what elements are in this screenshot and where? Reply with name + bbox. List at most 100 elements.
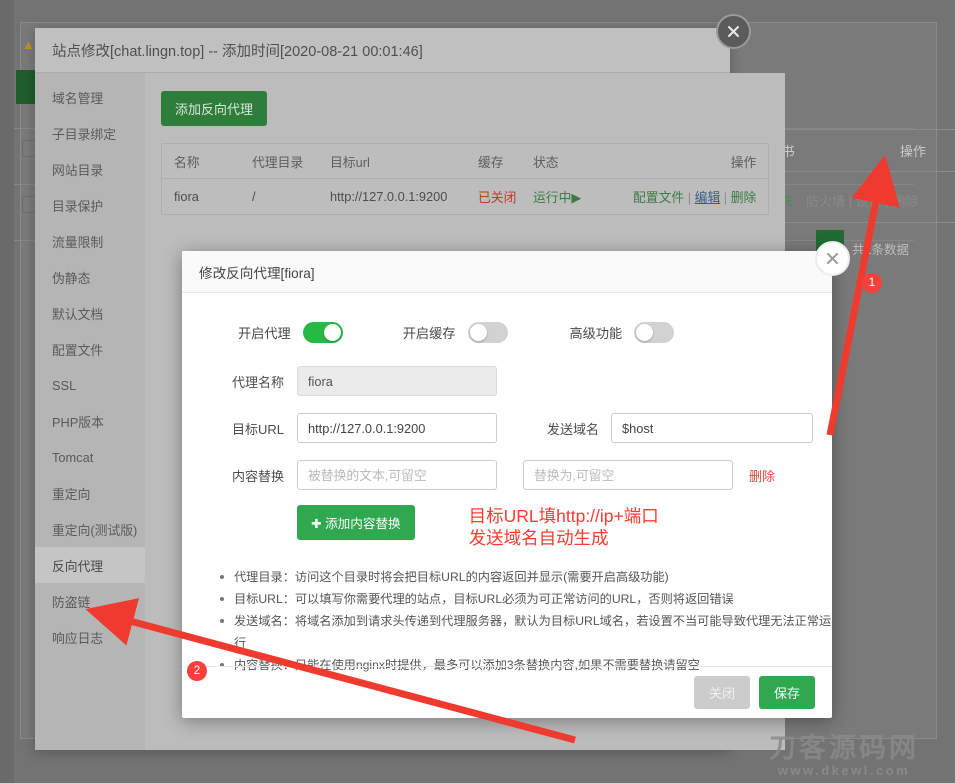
table-header-row: 名称 代理目录 目标url 缓存 状态 操作	[162, 144, 768, 179]
sidebar-item-7[interactable]: 配置文件	[35, 331, 145, 367]
reverse-proxy-table: 名称 代理目录 目标url 缓存 状态 操作 fiora / http://12…	[161, 143, 769, 215]
background-action-delete[interactable]: 删除	[892, 194, 918, 209]
sidebar-item-4[interactable]: 流量限制	[35, 223, 145, 259]
toggle-enable-cache[interactable]	[468, 322, 508, 343]
close-icon[interactable]	[716, 14, 751, 49]
cell-url: http://127.0.0.1:9200	[330, 189, 478, 204]
cell-operations: 配置文件 | 编辑 | 删除	[633, 187, 756, 206]
op-delete[interactable]: 删除	[731, 190, 757, 205]
field-row-proxy-name: 代理名称	[182, 366, 832, 396]
sidebar-item-3[interactable]: 目录保护	[35, 187, 145, 223]
sidebar-item-5[interactable]: 伪静态	[35, 259, 145, 295]
field-row-target-url: 目标URL 发送域名	[182, 413, 832, 443]
sidebar-item-10[interactable]: Tomcat	[35, 439, 145, 475]
sidebar-item-label: 防盗链	[52, 592, 90, 611]
sidebar-item-11[interactable]: 重定向	[35, 475, 145, 511]
replace-from-input[interactable]	[297, 460, 497, 490]
sidebar-item-8[interactable]: SSL	[35, 367, 145, 403]
op-config-file[interactable]: 配置文件	[633, 190, 684, 205]
sidebar-item-label: 重定向(测试版)	[52, 520, 137, 539]
field-row-content-replace: 内容替换 删除	[182, 460, 832, 490]
sidebar-item-label: PHP版本	[52, 412, 104, 431]
sidebar-item-13[interactable]: 反向代理	[35, 547, 145, 583]
sidebar-item-15[interactable]: 响应日志	[35, 619, 145, 655]
replace-to-input[interactable]	[523, 460, 733, 490]
sidebar-item-12[interactable]: 重定向(测试版)	[35, 511, 145, 547]
sidebar-item-6[interactable]: 默认文档	[35, 295, 145, 331]
watermark: 刀客源码网 www.dkewl.com	[733, 728, 955, 783]
toggle-label-enable-proxy: 开启代理	[238, 323, 291, 342]
proxy-modal-body: 开启代理 开启缓存 高级功能 代理名称 目标URL 发送域名 内容替换 删除	[182, 293, 832, 676]
op-edit[interactable]: 编辑	[695, 190, 721, 205]
op-separator: |	[688, 190, 691, 205]
sidebar-item-14[interactable]: 防盗链	[35, 583, 145, 619]
sidebar-item-label: 目录保护	[52, 196, 103, 215]
help-tips-list: 代理目录：访问这个目录时将会把目标URL的内容返回并显示(需要开启高级功能)目标…	[182, 566, 832, 676]
sidebar-item-1[interactable]: 子目录绑定	[35, 115, 145, 151]
add-content-replace-button[interactable]: ✚ 添加内容替换	[297, 505, 415, 540]
annotation-badge-1: 1	[862, 273, 882, 293]
sidebar-item-label: 流量限制	[52, 232, 103, 251]
cell-name: fiora	[174, 189, 252, 204]
close-button[interactable]: 关闭	[694, 676, 750, 709]
toggle-enable-proxy[interactable]	[303, 322, 343, 343]
toggle-knob	[636, 324, 653, 341]
label-target-url: 目标URL	[200, 419, 284, 438]
column-header-ops: 操作	[633, 152, 756, 171]
save-button[interactable]: 保存	[759, 676, 815, 709]
close-icon[interactable]	[815, 241, 850, 276]
op-separator: |	[724, 190, 727, 205]
annotation-line-2: 发送域名自动生成	[469, 527, 659, 549]
target-url-input[interactable]	[297, 413, 497, 443]
label-content-replace: 内容替换	[200, 466, 284, 485]
sidebar-item-label: 子目录绑定	[52, 124, 116, 143]
proxy-modal-footer: 关闭 保存	[182, 666, 832, 718]
help-tip-1: 目标URL：可以填写你需要代理的站点，目标URL必须为可正常访问的URL，否则将…	[220, 588, 832, 610]
toggle-advanced-features[interactable]	[634, 322, 674, 343]
proxy-modal-header: 修改反向代理[fiora]	[182, 251, 832, 293]
sidebar-item-label: 域名管理	[52, 88, 103, 107]
column-header-state: 状态	[533, 152, 633, 171]
toggle-label-enable-cache: 开启缓存	[403, 323, 456, 342]
sidebar-item-label: SSL	[52, 378, 76, 393]
help-tip-2: 发送域名：将域名添加到请求头传递到代理服务器，默认为目标URL域名，若设置不当可…	[220, 610, 832, 654]
edit-reverse-proxy-modal: 修改反向代理[fiora] 开启代理 开启缓存 高级功能 代理名称 目标URL …	[182, 251, 832, 718]
watermark-cn: 刀客源码网	[769, 733, 919, 763]
site-dialog-title: 站点修改[chat.lingn.top] -- 添加时间[2020-08-21 …	[52, 40, 423, 61]
sidebar-item-label: 重定向	[52, 484, 90, 503]
background-row-actions[interactable]: 防火墙 | 设置 | 删除	[806, 191, 918, 210]
sidebar-item-label: 反向代理	[52, 556, 103, 575]
toggle-knob	[470, 324, 487, 341]
cell-dir: /	[252, 189, 330, 204]
add-replace-row: ✚ 添加内容替换 目标URL填http://ip+端口 发送域名自动生成	[182, 505, 832, 550]
cell-run-state-label: 运行中	[533, 190, 571, 205]
background-action-settings[interactable]: 设置	[856, 194, 882, 209]
sidebar-item-0[interactable]: 域名管理	[35, 79, 145, 115]
site-dialog-nav: 域名管理子目录绑定网站目录目录保护流量限制伪静态默认文档配置文件 SSL PHP版本…	[35, 73, 145, 750]
sidebar-item-2[interactable]: 网站目录	[35, 151, 145, 187]
proxy-name-input[interactable]	[297, 366, 497, 396]
toggle-knob	[324, 324, 341, 341]
background-record-count: 共1条数据	[852, 239, 909, 258]
background-left-strip	[0, 0, 14, 783]
delete-replacement-link[interactable]: 删除	[749, 466, 775, 485]
toggle-label-advanced: 高级功能	[570, 323, 623, 342]
help-tip-0: 代理目录：访问这个目录时将会把目标URL的内容返回并显示(需要开启高级功能)	[220, 566, 832, 588]
background-action-firewall[interactable]: 防火墙	[806, 194, 845, 209]
table-row: fiora / http://127.0.0.1:9200 已关闭 运行中▶ 配…	[162, 179, 768, 214]
annotation-text: 目标URL填http://ip+端口 发送域名自动生成	[469, 505, 659, 550]
column-header-dir: 代理目录	[252, 152, 330, 171]
annotation-line-1: 目标URL填http://ip+端口	[469, 505, 659, 527]
sidebar-item-9[interactable]: PHP版本	[35, 403, 145, 439]
cell-run-state: 运行中▶	[533, 187, 633, 206]
sidebar-item-label: 配置文件	[52, 340, 103, 359]
send-domain-input[interactable]	[611, 413, 813, 443]
proxy-modal-title: 修改反向代理[fiora]	[199, 262, 315, 282]
sidebar-item-label: 默认文档	[52, 304, 103, 323]
add-reverse-proxy-button[interactable]: 添加反向代理	[161, 91, 267, 126]
background-op-header: 操作	[900, 141, 926, 160]
toggle-row: 开启代理 开启缓存 高级功能	[182, 315, 832, 349]
add-content-replace-label: 添加内容替换	[325, 517, 401, 531]
play-icon: ▶	[571, 190, 581, 205]
cell-cache-status: 已关闭	[478, 187, 533, 206]
